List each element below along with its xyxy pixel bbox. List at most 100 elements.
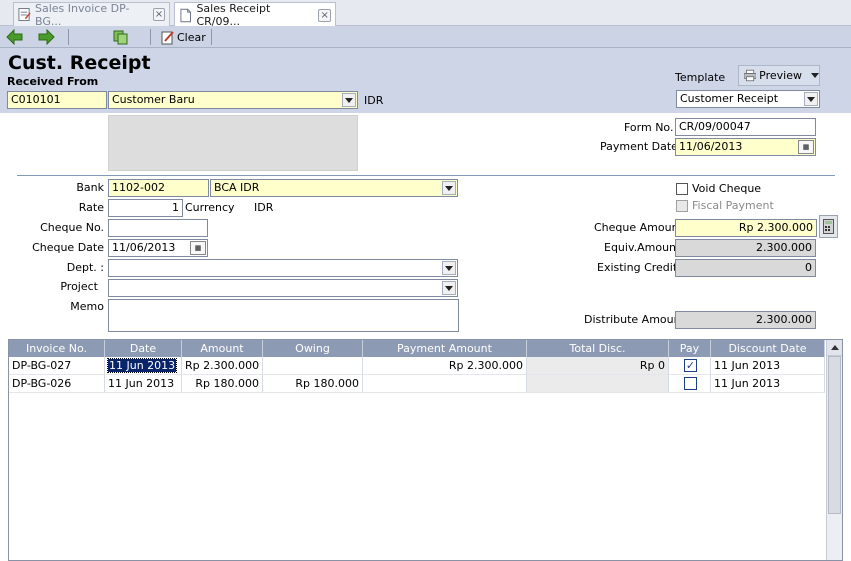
- clear-icon: [161, 30, 174, 44]
- chevron-down-icon[interactable]: [442, 281, 456, 295]
- bank-name-select[interactable]: BCA IDR: [210, 179, 458, 197]
- calendar-icon[interactable]: ▦: [190, 241, 206, 255]
- distribute-amount-field: 2.300.000: [675, 311, 816, 329]
- table-cell-disc-date[interactable]: 11 Jun 2013: [711, 375, 825, 393]
- copy-button[interactable]: [112, 27, 134, 47]
- currency-label: Currency: [185, 201, 235, 214]
- previous-button[interactable]: [6, 27, 26, 47]
- existing-credits-field: 0: [675, 259, 816, 277]
- cheque-no-label: Cheque No.: [40, 221, 104, 234]
- document-icon: [180, 8, 191, 22]
- currency-value: IDR: [254, 201, 274, 214]
- payment-date-field[interactable]: 11/06/2013 ▦: [675, 138, 816, 156]
- form-no-label: Form No.: [624, 121, 674, 134]
- next-button[interactable]: [37, 27, 57, 47]
- vertical-scrollbar[interactable]: [826, 340, 842, 560]
- clear-label: Clear: [177, 30, 206, 44]
- column-header-payment-amount[interactable]: Payment Amount: [363, 340, 527, 357]
- cheque-date-label: Cheque Date: [32, 241, 104, 254]
- scroll-up-icon[interactable]: [827, 340, 842, 356]
- void-cheque-checkbox[interactable]: [676, 183, 688, 195]
- tab-sales-receipt[interactable]: Sales Receipt CR/09... ×: [174, 2, 336, 28]
- chevron-down-icon[interactable]: [442, 261, 456, 275]
- table-cell-disc[interactable]: [527, 375, 669, 393]
- equiv-amount-label: Equiv.Amount: [604, 241, 681, 254]
- column-header-owing[interactable]: Owing: [263, 340, 363, 357]
- table-cell-pay[interactable]: [669, 375, 711, 393]
- table-cell-owing[interactable]: [263, 357, 363, 375]
- table-cell-payment[interactable]: Rp 2.300.000: [363, 357, 527, 375]
- toolbar-separator: [211, 29, 212, 45]
- table-cell-invoice[interactable]: DP-BG-026: [9, 375, 105, 393]
- bank-code-field[interactable]: 1102-002: [108, 179, 209, 197]
- dept-label: Dept. :: [66, 261, 104, 274]
- customer-name-select[interactable]: Customer Baru: [108, 91, 358, 109]
- calendar-icon[interactable]: ▦: [798, 140, 814, 154]
- arrow-left-icon: [6, 29, 23, 45]
- equiv-amount-field: 2.300.000: [675, 239, 816, 257]
- pay-checkbox[interactable]: [684, 377, 697, 390]
- column-header-discount-date[interactable]: Discount Date: [711, 340, 825, 357]
- form-no-field[interactable]: CR/09/00047: [675, 118, 816, 136]
- tab-label: Sales Invoice DP-BG...: [35, 1, 130, 28]
- memo-label: Memo: [70, 300, 104, 313]
- customer-code-field[interactable]: C010101: [7, 91, 107, 109]
- invoice-grid: Invoice No. Date Amount Owing Payment Am…: [8, 339, 843, 561]
- chevron-down-icon[interactable]: [804, 92, 818, 106]
- tab-sales-invoice[interactable]: Sales Invoice DP-BG... ×: [13, 1, 170, 28]
- table-cell-date[interactable]: 11 Jun 2013: [105, 357, 182, 375]
- toolbar: Clear: [0, 26, 851, 48]
- column-header-date[interactable]: Date: [105, 340, 182, 357]
- column-header-pay[interactable]: Pay: [669, 340, 711, 357]
- payment-date-label: Payment Date: [600, 140, 678, 153]
- fiscal-payment-label: Fiscal Payment: [692, 199, 774, 212]
- bank-name-value: BCA IDR: [214, 181, 260, 194]
- table-cell-disc-date[interactable]: 11 Jun 2013: [711, 357, 825, 375]
- tab-label: Sales Receipt CR/09...: [196, 2, 271, 28]
- close-icon[interactable]: ×: [318, 8, 331, 22]
- received-from-label: Received From: [7, 75, 99, 88]
- close-icon[interactable]: ×: [152, 8, 166, 21]
- column-header-invoice[interactable]: Invoice No.: [9, 340, 105, 357]
- rate-field[interactable]: 1: [108, 199, 183, 217]
- calculator-button[interactable]: [819, 215, 838, 238]
- distribute-amount-label: Distribute Amount: [584, 313, 685, 326]
- project-select[interactable]: [108, 279, 458, 297]
- cheque-date-value: 11/06/2013: [112, 241, 176, 254]
- cheque-date-field[interactable]: 11/06/2013 ▦: [108, 239, 208, 257]
- preview-button[interactable]: Preview: [738, 65, 820, 86]
- table-cell-amount[interactable]: Rp 180.000: [182, 375, 263, 393]
- template-select[interactable]: Customer Receipt: [676, 90, 820, 108]
- table-cell-amount[interactable]: Rp 2.300.000: [182, 357, 263, 375]
- bank-label: Bank: [76, 181, 104, 194]
- table-cell-date[interactable]: 11 Jun 2013: [105, 375, 182, 393]
- table-cell-owing[interactable]: Rp 180.000: [263, 375, 363, 393]
- copy-icon: [113, 30, 128, 44]
- column-header-amount[interactable]: Amount: [182, 340, 263, 357]
- table-cell-invoice[interactable]: DP-BG-027: [9, 357, 105, 375]
- table-cell-pay[interactable]: ✓: [669, 357, 711, 375]
- table-cell-payment[interactable]: [363, 375, 527, 393]
- table-cell-disc[interactable]: Rp 0: [527, 357, 669, 375]
- memo-field[interactable]: [108, 299, 459, 332]
- payment-date-value: 11/06/2013: [679, 140, 743, 153]
- cheque-no-field[interactable]: [108, 219, 208, 237]
- scrollbar-thumb[interactable]: [828, 356, 841, 514]
- fiscal-payment-checkbox[interactable]: [676, 200, 688, 212]
- chevron-down-icon[interactable]: [442, 181, 456, 195]
- section-divider: [17, 175, 835, 176]
- cheque-amount-label: Cheque Amount: [594, 221, 683, 234]
- clear-button[interactable]: Clear: [161, 27, 207, 47]
- dept-select[interactable]: [108, 259, 458, 277]
- toolbar-separator: [68, 29, 69, 45]
- customer-currency: IDR: [364, 94, 384, 107]
- calculator-icon: [823, 219, 834, 234]
- toolbar-separator: [150, 29, 151, 45]
- chevron-down-icon[interactable]: [342, 93, 356, 107]
- existing-credits-label: Existing Credits: [597, 261, 683, 274]
- tab-bar: Sales Invoice DP-BG... × Sales Receipt C…: [0, 0, 851, 28]
- selected-date-value: 11 Jun 2013: [106, 358, 178, 373]
- column-header-total-disc[interactable]: Total Disc.: [527, 340, 669, 357]
- pay-checkbox[interactable]: ✓: [684, 359, 697, 372]
- cheque-amount-field[interactable]: Rp 2.300.000: [675, 219, 817, 237]
